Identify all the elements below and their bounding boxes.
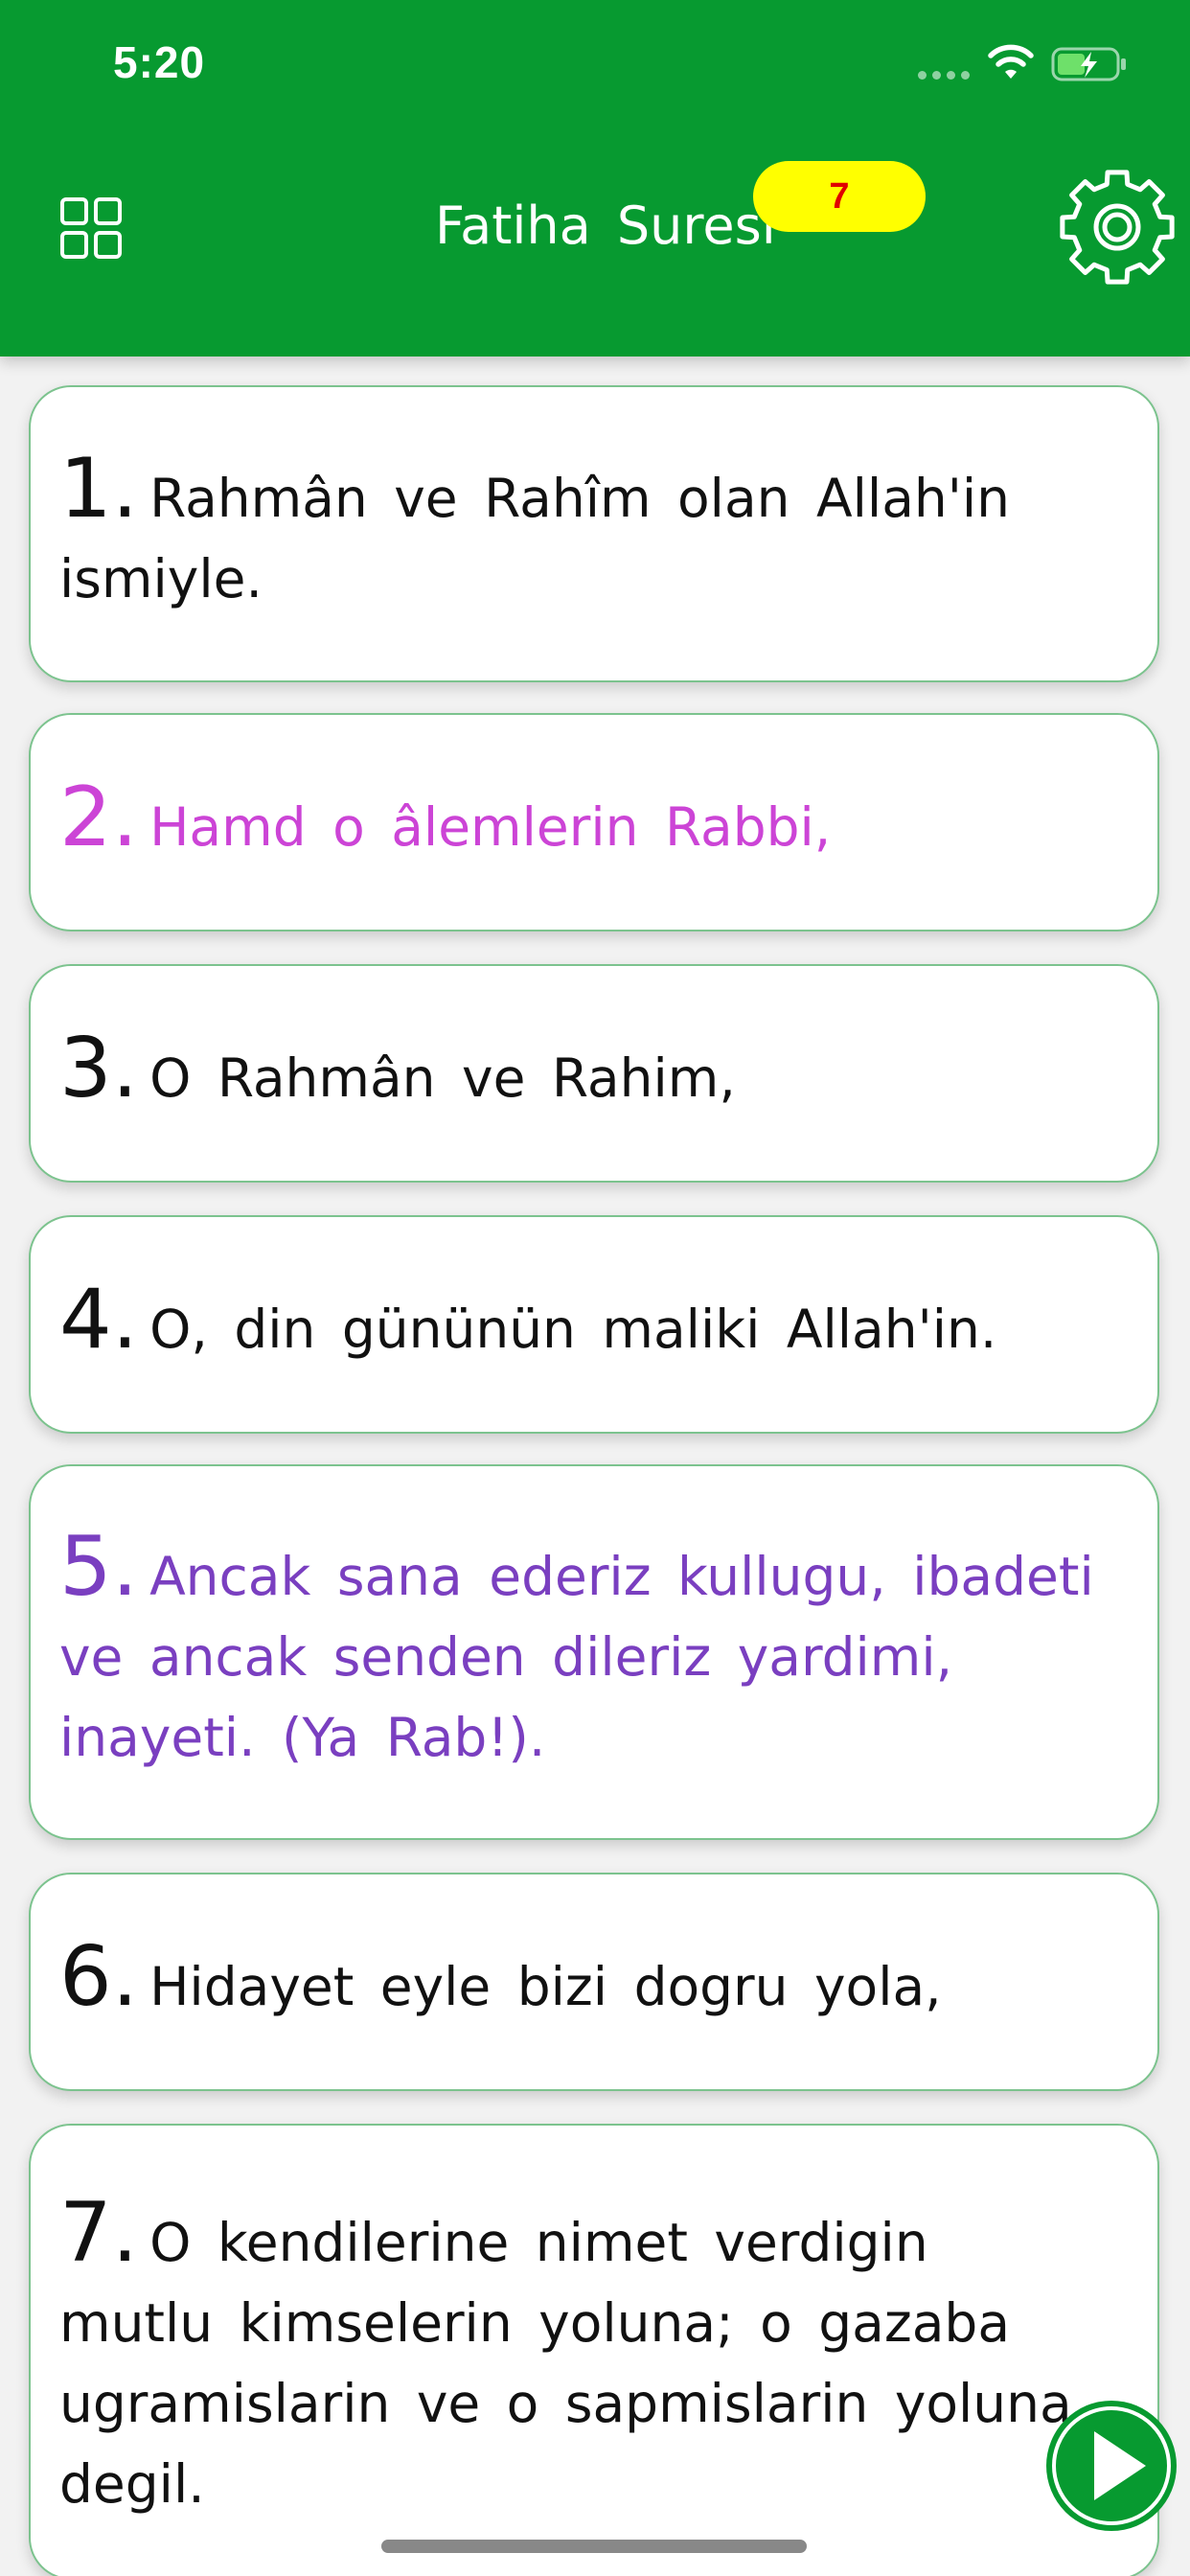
play-button[interactable] bbox=[1046, 2401, 1177, 2531]
verse-body-7: O kendilerine nimet verdigin mutlu kimse… bbox=[59, 2212, 1072, 2515]
cellular-signal-icon bbox=[918, 71, 970, 80]
verse-text-4: 4. O, din gününün maliki Allah'in. bbox=[59, 1278, 997, 1369]
verse-number-4: 4. bbox=[59, 1272, 139, 1368]
verse-text-7: 7. O kendilerine nimet verdigin mutlu kim… bbox=[59, 2192, 1102, 2524]
verse-body-5: Ancak sana ederiz kullugu, ibadeti ve an… bbox=[59, 1546, 1094, 1768]
verse-body-4: O, din gününün maliki Allah'in. bbox=[149, 1299, 997, 1360]
home-indicator[interactable] bbox=[381, 2540, 807, 2553]
verse-number-6: 6. bbox=[59, 1929, 139, 2025]
wifi-icon bbox=[988, 44, 1034, 79]
verse-number-2: 2. bbox=[59, 770, 139, 865]
verse-card-6[interactable]: 6. Hidayet eyle bizi dogru yola, bbox=[29, 1873, 1159, 2091]
app-screen: 5:20 Fatiha Suresi 7 1. Rahmân ve Rahîm … bbox=[0, 0, 1190, 2576]
verse-body-6: Hidayet eyle bizi dogru yola, bbox=[149, 1956, 942, 2017]
verse-text-1: 1. Rahmân ve Rahîm olan Allah'in ismiyle. bbox=[59, 448, 1102, 619]
verse-card-7[interactable]: 7. O kendilerine nimet verdigin mutlu kim… bbox=[29, 2124, 1159, 2576]
verse-card-5[interactable]: 5. Ancak sana ederiz kullugu, ibadeti ve … bbox=[29, 1464, 1159, 1840]
verse-text-6: 6. Hidayet eyle bizi dogru yola, bbox=[59, 1936, 942, 2027]
verse-number-7: 7. bbox=[59, 2185, 139, 2281]
verse-card-3[interactable]: 3. O Rahmân ve Rahim, bbox=[29, 964, 1159, 1183]
verse-card-2[interactable]: 2. Hamd o âlemlerin Rabbi, bbox=[29, 713, 1159, 932]
verse-number-1: 1. bbox=[59, 441, 139, 537]
verse-number-5: 5. bbox=[59, 1519, 139, 1615]
grid-menu-icon[interactable] bbox=[59, 196, 123, 260]
status-time: 5:20 bbox=[113, 37, 206, 87]
verse-card-4[interactable]: 4. O, din gününün maliki Allah'in. bbox=[29, 1215, 1159, 1434]
page-title: Fatiha Suresi bbox=[435, 196, 776, 256]
verse-card-1[interactable]: 1. Rahmân ve Rahîm olan Allah'in ismiyle. bbox=[29, 385, 1159, 682]
verse-text-3: 3. O Rahmân ve Rahim, bbox=[59, 1027, 736, 1118]
verse-text-5: 5. Ancak sana ederiz kullugu, ibadeti ve … bbox=[59, 1526, 1102, 1778]
play-icon bbox=[1052, 2406, 1171, 2525]
verse-list[interactable]: 1. Rahmân ve Rahîm olan Allah'in ismiyle.… bbox=[0, 356, 1190, 2576]
verse-body-1: Rahmân ve Rahîm olan Allah'in ismiyle. bbox=[59, 468, 1011, 610]
gear-icon[interactable] bbox=[1058, 168, 1177, 287]
verse-count-badge: 7 bbox=[753, 161, 926, 232]
top-app-bar: 5:20 Fatiha Suresi 7 bbox=[0, 0, 1190, 356]
verse-text-2: 2. Hamd o âlemlerin Rabbi, bbox=[59, 776, 832, 867]
verse-number-3: 3. bbox=[59, 1021, 139, 1116]
verse-body-2: Hamd o âlemlerin Rabbi, bbox=[149, 796, 832, 858]
verse-body-3: O Rahmân ve Rahim, bbox=[149, 1047, 736, 1109]
battery-charging-icon bbox=[1051, 47, 1126, 81]
